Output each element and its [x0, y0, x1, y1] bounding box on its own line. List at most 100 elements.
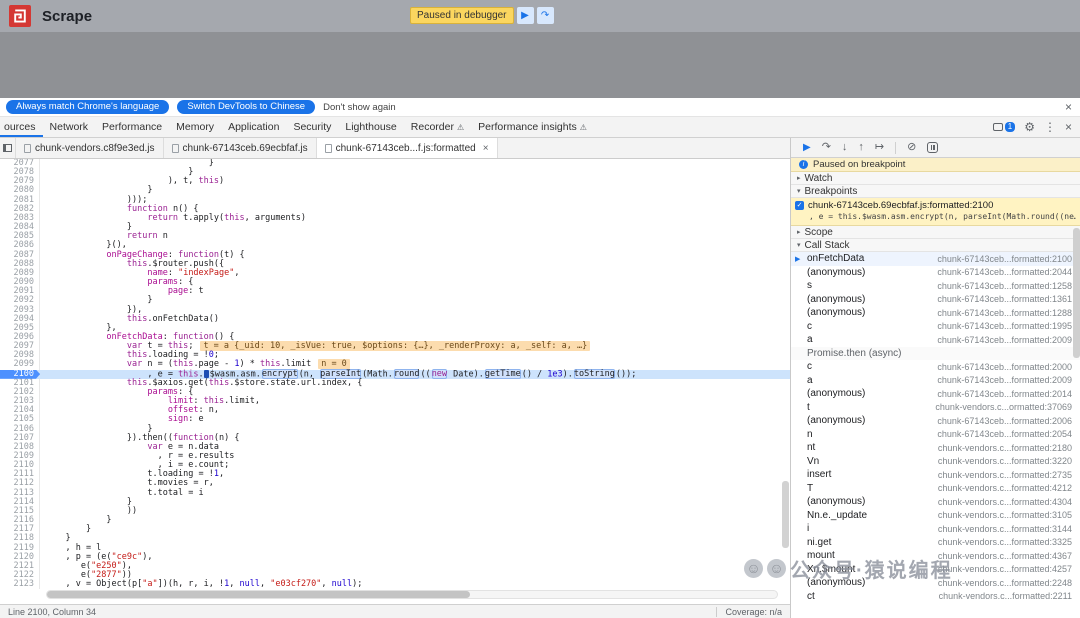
- line-number[interactable]: 2099: [0, 360, 40, 370]
- pause-on-exceptions-icon[interactable]: [927, 142, 939, 153]
- file-tab[interactable]: chunk-67143ceb...f.js:formatted ×: [316, 138, 498, 158]
- call-stack-frame[interactable]: nt chunk-vendors.c...formatted:2180: [791, 441, 1080, 455]
- code-line: 2087 onPageChange: function(t) {: [0, 250, 790, 260]
- call-stack-frame[interactable]: c chunk-67143ceb...formatted:2000: [791, 360, 1080, 374]
- step-over-button[interactable]: ↷: [536, 7, 554, 24]
- frame-location: chunk-67143ceb...formatted:2006: [937, 415, 1072, 426]
- call-stack-frame[interactable]: t chunk-vendors.c...ormatted:37069: [791, 401, 1080, 415]
- step-into-icon[interactable]: ↓: [842, 142, 848, 153]
- token: }: [85, 524, 92, 535]
- line-number[interactable]: 2123: [0, 580, 40, 590]
- call-stack-frame[interactable]: a chunk-67143ceb...formatted:2009: [791, 333, 1080, 347]
- inline-breakpoint-candidate[interactable]: round: [393, 369, 420, 380]
- editor-vertical-scrollbar-thumb[interactable]: [782, 480, 789, 549]
- horizontal-scrollbar-thumb[interactable]: [47, 591, 471, 598]
- chevron-down-icon: ▾: [797, 242, 801, 249]
- call-stack-frame[interactable]: ni.get chunk-vendors.c...formatted:3325: [791, 536, 1080, 550]
- call-stack-frame[interactable]: Xn.$mount chunk-vendors.c...formatted:425…: [791, 563, 1080, 577]
- code-line: 2111 t.loading = !1,: [0, 470, 790, 480]
- call-stack-frame[interactable]: (anonymous) chunk-67143ceb...formatted:20…: [791, 266, 1080, 280]
- code-text: this.$axios.get(this.$store.state.url.in…: [40, 378, 362, 388]
- token: "e03cf270": [270, 579, 322, 590]
- code-line: 2117}: [0, 524, 790, 535]
- frame-name: a: [807, 374, 813, 386]
- call-stack-frame[interactable]: (anonymous) chunk-67143ceb...formatted:20…: [791, 387, 1080, 401]
- breakpoint-entry[interactable]: ✓ chunk-67143ceb.69ecbfaf.js:formatted:2…: [791, 198, 1080, 226]
- devtools-tab-lighthouse[interactable]: Lighthouse: [338, 117, 403, 137]
- file-icon: [171, 143, 179, 153]
- frame-name: c: [807, 320, 812, 332]
- settings-gear-icon[interactable]: ⚙: [1024, 121, 1035, 133]
- callstack-section-header[interactable]: ▾ Call Stack: [791, 239, 1080, 252]
- devtools-tab-application[interactable]: Application: [221, 117, 286, 137]
- call-stack-frame[interactable]: a chunk-67143ceb...formatted:2009: [791, 374, 1080, 388]
- code-line: 2089 name: "indexPage",: [0, 268, 790, 279]
- close-devtools-icon[interactable]: ×: [1065, 121, 1072, 133]
- call-stack-frame[interactable]: (anonymous) chunk-67143ceb...formatted:13…: [791, 293, 1080, 307]
- step-over-icon[interactable]: ↷: [822, 142, 831, 153]
- devtools-tab-network[interactable]: Network: [43, 117, 96, 137]
- frame-location: chunk-67143ceb...formatted:1995: [937, 321, 1072, 332]
- file-tab[interactable]: chunk-vendors.c8f9e3ed.js: [16, 138, 164, 158]
- show-navigator-icon[interactable]: [0, 138, 16, 158]
- frame-name: c: [807, 361, 812, 373]
- editor-vertical-scrollbar[interactable]: [782, 161, 789, 582]
- call-stack-frame[interactable]: Vn chunk-vendors.c...formatted:3220: [791, 455, 1080, 469]
- scope-section-header[interactable]: ▸ Scope: [791, 226, 1080, 239]
- call-stack-frame[interactable]: Promise.then (async): [791, 346, 1080, 360]
- language-infobar: Always match Chrome's language Switch De…: [0, 98, 1080, 117]
- sidebar-scrollbar-thumb[interactable]: [1073, 228, 1080, 358]
- more-options-icon[interactable]: ⋮: [1044, 121, 1056, 133]
- horizontal-scrollbar[interactable]: [46, 590, 778, 599]
- inline-breakpoint-candidate[interactable]: toString: [573, 369, 615, 380]
- resume-icon: ▶: [521, 10, 529, 21]
- sidebar-scrollbar[interactable]: [1073, 158, 1080, 618]
- call-stack-frame[interactable]: insert chunk-vendors.c...formatted:2735: [791, 468, 1080, 482]
- call-stack-frame[interactable]: ct chunk-vendors.c...formatted:2211: [791, 590, 1080, 604]
- inline-breakpoint-candidate[interactable]: getTime: [484, 369, 521, 380]
- call-stack-frame[interactable]: Tchunk-vendors.c...formatted:4212: [791, 482, 1080, 496]
- devtools-tab-memory[interactable]: Memory: [169, 117, 221, 137]
- call-stack-frame[interactable]: (anonymous) chunk-67143ceb...formatted:20…: [791, 414, 1080, 428]
- close-tab-icon[interactable]: ×: [483, 143, 489, 154]
- frame-location: chunk-vendors.c...formatted:4257: [937, 564, 1072, 575]
- deactivate-breakpoints-icon[interactable]: ⊘: [907, 142, 916, 153]
- call-stack-frame[interactable]: (anonymous) chunk-vendors.c...formatted:4…: [791, 495, 1080, 509]
- frame-name: s: [807, 280, 812, 292]
- call-stack-frame[interactable]: Nn.e._update chunk-vendors.c...formatted:…: [791, 509, 1080, 523]
- watch-section-header[interactable]: ▸ Watch: [791, 172, 1080, 185]
- frame-name: (anonymous): [807, 293, 866, 305]
- call-stack-frame[interactable]: n chunk-67143ceb...formatted:2054: [791, 428, 1080, 442]
- file-tab-label: chunk-67143ceb.69ecbfaf.js: [182, 142, 308, 154]
- resume-script-button[interactable]: ▶: [516, 7, 534, 24]
- file-tab[interactable]: chunk-67143ceb.69ecbfaf.js: [164, 138, 317, 158]
- devtools-tab-performance-insights[interactable]: Performance insights ⚠: [471, 117, 594, 137]
- breakpoints-section-header[interactable]: ▾ Breakpoints: [791, 185, 1080, 198]
- devtools-tab-ources[interactable]: ources: [0, 117, 43, 137]
- step-icon[interactable]: ↦: [875, 142, 884, 153]
- call-stack-frame[interactable]: i chunk-vendors.c...formatted:3144: [791, 522, 1080, 536]
- token: ])(h, r, i, !: [157, 579, 225, 590]
- call-stack-frame[interactable]: s chunk-67143ceb...formatted:1258: [791, 279, 1080, 293]
- match-language-button[interactable]: Always match Chrome's language: [6, 100, 170, 114]
- dont-show-again-button[interactable]: Don't show again: [323, 102, 396, 113]
- devtools-tab-recorder[interactable]: Recorder ⚠: [404, 117, 471, 137]
- frame-location: chunk-vendors.c...formatted:3325: [937, 537, 1072, 548]
- infobar-close-icon[interactable]: ×: [1065, 100, 1072, 114]
- console-messages-badge[interactable]: 1: [992, 122, 1016, 132]
- switch-chinese-button[interactable]: Switch DevTools to Chinese: [177, 100, 316, 114]
- call-stack-frame[interactable]: (anonymous) chunk-67143ceb...formatted:12…: [791, 306, 1080, 320]
- devtools-tab-security[interactable]: Security: [286, 117, 338, 137]
- breakpoint-checkbox[interactable]: ✓: [795, 201, 804, 210]
- code-editor[interactable]: 2077} 2078} 2079), t, this) 2080} 2081))); 20…: [0, 159, 790, 604]
- call-stack-frame[interactable]: mount chunk-vendors.c...formatted:4367: [791, 549, 1080, 563]
- step-out-icon[interactable]: ↑: [858, 142, 864, 153]
- inline-breakpoint-candidate[interactable]: new: [431, 369, 448, 380]
- call-stack-frame[interactable]: ▶ onFetchData chunk-67143ceb...formatted:2…: [791, 252, 1080, 266]
- call-stack-frame[interactable]: c chunk-67143ceb...formatted:1995: [791, 320, 1080, 334]
- call-stack-frame[interactable]: (anonymous) chunk-vendors.c...formatted:2…: [791, 576, 1080, 590]
- resume-execution-icon[interactable]: ▶: [803, 142, 811, 153]
- code-text: t.total = i: [40, 488, 203, 498]
- line-number[interactable]: 2100: [0, 370, 40, 379]
- devtools-tab-performance[interactable]: Performance: [95, 117, 169, 137]
